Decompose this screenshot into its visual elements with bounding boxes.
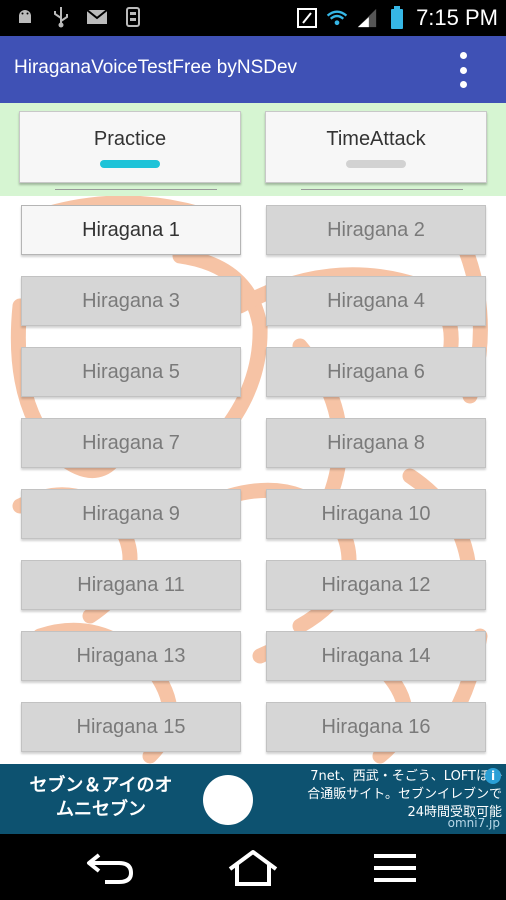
nfc-icon bbox=[296, 7, 318, 29]
battery-icon bbox=[386, 6, 408, 29]
hiragana-9-button[interactable]: Hiragana 9 bbox=[21, 489, 241, 539]
ad-description: 7net、西武・そごう、LOFTほか 合通販サイト。セブンイレブンで 24時間受… bbox=[258, 768, 502, 822]
hiragana-5-button[interactable]: Hiragana 5 bbox=[21, 347, 241, 397]
hiragana-6-button[interactable]: Hiragana 6 bbox=[266, 347, 486, 397]
tab-timeattack[interactable]: TimeAttack bbox=[265, 111, 487, 183]
back-icon[interactable] bbox=[80, 848, 140, 888]
ad-url: omni7.jp bbox=[447, 816, 500, 830]
hiragana-15-button[interactable]: Hiragana 15 bbox=[21, 702, 241, 752]
hiragana-10-button[interactable]: Hiragana 10 bbox=[266, 489, 486, 539]
ad-description-line1: 7net、西武・そごう、LOFTほか bbox=[310, 769, 502, 784]
recent-apps-icon[interactable] bbox=[365, 848, 425, 888]
hiragana-1-button[interactable]: Hiragana 1 bbox=[21, 205, 241, 255]
clock: 7:15 PM bbox=[416, 5, 498, 30]
tab-practice-label: Practice bbox=[93, 128, 167, 150]
mail-icon bbox=[86, 6, 108, 28]
hiragana-4-button[interactable]: Hiragana 4 bbox=[266, 276, 486, 326]
hiragana-12-button[interactable]: Hiragana 12 bbox=[266, 560, 486, 610]
ad-headline: セブン＆アイのオ ムニセブン bbox=[6, 774, 196, 822]
usb-icon bbox=[50, 6, 72, 28]
status-bar: 7:15 PM bbox=[0, 0, 506, 36]
system-nav-bar bbox=[0, 834, 506, 900]
wifi-icon bbox=[326, 7, 348, 29]
hiragana-16-button[interactable]: Hiragana 16 bbox=[266, 702, 486, 752]
hiragana-3-button[interactable]: Hiragana 3 bbox=[21, 276, 241, 326]
tab-practice-underline bbox=[55, 189, 217, 190]
notification-icons bbox=[14, 6, 144, 28]
tab-timeattack-label: TimeAttack bbox=[326, 128, 426, 150]
hiragana-14-button[interactable]: Hiragana 14 bbox=[266, 631, 486, 681]
overflow-menu-icon[interactable] bbox=[456, 52, 470, 88]
home-icon[interactable] bbox=[223, 848, 283, 888]
hiragana-7-button[interactable]: Hiragana 7 bbox=[21, 418, 241, 468]
download-icon bbox=[122, 6, 144, 28]
android-icon bbox=[14, 6, 36, 28]
hiragana-2-button[interactable]: Hiragana 2 bbox=[266, 205, 486, 255]
app-bar: HiraganaVoiceTestFree byNSDev bbox=[0, 36, 506, 103]
ad-headline-line2: ムニセブン bbox=[56, 799, 146, 820]
tab-timeattack-underline bbox=[301, 189, 463, 190]
mode-tabs: Practice TimeAttack bbox=[0, 103, 506, 196]
signal-icon bbox=[356, 7, 378, 29]
tab-timeattack-indicator bbox=[346, 160, 406, 168]
ad-headline-line1: セブン＆アイのオ bbox=[29, 775, 173, 796]
ad-logo bbox=[203, 775, 253, 825]
tab-practice[interactable]: Practice bbox=[19, 111, 241, 183]
hiragana-13-button[interactable]: Hiragana 13 bbox=[21, 631, 241, 681]
system-icons: 7:15 PM bbox=[296, 4, 498, 32]
app-title: HiraganaVoiceTestFree byNSDev bbox=[14, 57, 298, 78]
tab-practice-indicator bbox=[100, 160, 160, 168]
ad-info-icon[interactable]: i bbox=[485, 768, 501, 784]
ad-banner[interactable]: セブン＆アイのオ ムニセブン 7net、西武・そごう、LOFTほか 合通販サイト… bbox=[0, 764, 506, 834]
hiragana-8-button[interactable]: Hiragana 8 bbox=[266, 418, 486, 468]
ad-description-line2: 合通販サイト。セブンイレブンで bbox=[307, 787, 502, 802]
hiragana-11-button[interactable]: Hiragana 11 bbox=[21, 560, 241, 610]
